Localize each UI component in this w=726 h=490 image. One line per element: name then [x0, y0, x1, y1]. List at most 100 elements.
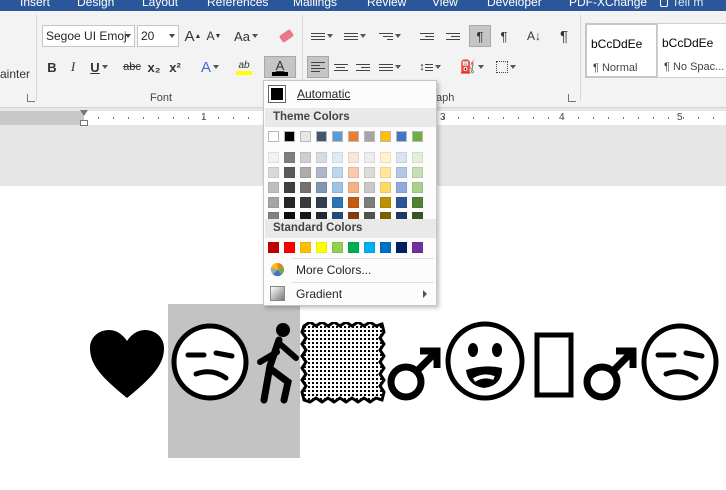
automatic-color-item[interactable]: Automatic	[264, 83, 436, 105]
standard-color-swatch[interactable]	[396, 242, 407, 253]
clipboard-launcher-icon[interactable]	[27, 94, 35, 102]
font-name-combo[interactable]: Segoe UI Emoj	[42, 25, 135, 47]
sort-button[interactable]: A↓	[523, 25, 545, 47]
theme-color-swatch[interactable]	[268, 131, 279, 142]
justify-button[interactable]	[376, 56, 404, 78]
theme-color-swatch[interactable]	[364, 167, 375, 178]
increase-indent-button[interactable]	[442, 25, 464, 47]
theme-color-swatch[interactable]	[396, 167, 407, 178]
ltr-direction-button[interactable]: ¶	[469, 25, 491, 47]
theme-color-swatch[interactable]	[300, 152, 311, 163]
highlight-color-button[interactable]: ab	[229, 56, 259, 78]
theme-color-swatch[interactable]	[396, 152, 407, 163]
standard-color-swatch[interactable]	[284, 242, 295, 253]
shading-button[interactable]: ⛽	[456, 56, 488, 78]
superscript-button[interactable]: x²	[166, 56, 184, 78]
align-center-button[interactable]	[330, 56, 352, 78]
theme-color-swatch[interactable]	[412, 167, 423, 178]
standard-color-swatch[interactable]	[364, 242, 375, 253]
shrink-font-button[interactable]: A ▼	[205, 25, 223, 47]
standard-color-swatch[interactable]	[380, 242, 391, 253]
text-effects-button[interactable]: A	[196, 56, 224, 78]
tab-pdf-xchange[interactable]: PDF-XChange	[569, 0, 647, 9]
italic-button[interactable]: I	[63, 56, 83, 78]
rtl-direction-button[interactable]: ¶	[493, 25, 515, 47]
theme-color-swatch[interactable]	[412, 152, 423, 163]
theme-color-swatch[interactable]	[284, 131, 295, 142]
bold-button[interactable]: B	[42, 56, 62, 78]
theme-color-swatch[interactable]	[332, 197, 343, 208]
theme-color-swatch[interactable]	[396, 182, 407, 193]
theme-color-swatch[interactable]	[380, 131, 391, 142]
standard-color-swatch[interactable]	[332, 242, 343, 253]
theme-color-swatch[interactable]	[332, 182, 343, 193]
standard-color-swatch[interactable]	[268, 242, 279, 253]
numbering-button[interactable]	[340, 25, 370, 47]
theme-color-swatch[interactable]	[348, 131, 359, 142]
strikethrough-button[interactable]: abc	[121, 56, 143, 78]
theme-color-swatch[interactable]	[364, 197, 375, 208]
standard-color-swatch[interactable]	[300, 242, 311, 253]
theme-color-swatch[interactable]	[364, 182, 375, 193]
format-painter-label[interactable]: ainter	[0, 67, 30, 81]
change-case-button[interactable]: Aa	[232, 25, 260, 47]
theme-color-swatch[interactable]	[316, 131, 327, 142]
standard-color-swatch[interactable]	[316, 242, 327, 253]
tab-references[interactable]: References	[207, 0, 268, 9]
theme-color-swatch[interactable]	[268, 152, 279, 163]
theme-color-swatch[interactable]	[316, 152, 327, 163]
left-indent-marker[interactable]	[80, 120, 88, 126]
decrease-indent-button[interactable]	[416, 25, 438, 47]
tab-design[interactable]: Design	[77, 0, 114, 9]
theme-color-swatch[interactable]	[300, 167, 311, 178]
gradient-item[interactable]: Gradient	[264, 283, 436, 305]
theme-color-swatch[interactable]	[316, 197, 327, 208]
theme-color-swatch[interactable]	[268, 197, 279, 208]
borders-button[interactable]	[490, 56, 522, 78]
show-marks-button[interactable]: ¶	[553, 25, 575, 47]
tab-mailings[interactable]: Mailings	[293, 0, 337, 9]
theme-color-swatch[interactable]	[364, 152, 375, 163]
theme-color-swatch[interactable]	[380, 197, 391, 208]
tell-me-search[interactable]: Tell m	[672, 0, 703, 9]
theme-color-swatch[interactable]	[396, 197, 407, 208]
font-size-combo[interactable]: 20	[137, 25, 179, 47]
tab-view[interactable]: View	[432, 0, 458, 9]
theme-color-swatch[interactable]	[316, 167, 327, 178]
font-color-button[interactable]: A	[264, 56, 296, 78]
tab-review[interactable]: Review	[367, 0, 406, 9]
tab-insert[interactable]: Insert	[20, 0, 50, 9]
first-line-indent-marker[interactable]	[80, 110, 88, 116]
subscript-button[interactable]: x₂	[145, 56, 163, 78]
theme-color-swatch[interactable]	[300, 182, 311, 193]
tab-layout[interactable]: Layout	[142, 0, 178, 9]
theme-color-swatch[interactable]	[300, 197, 311, 208]
grow-font-button[interactable]: A ▲	[184, 25, 202, 47]
style-normal[interactable]: bCcDdEe ¶ Normal	[585, 23, 658, 78]
theme-color-swatch[interactable]	[412, 182, 423, 193]
clear-formatting-button[interactable]	[276, 25, 296, 47]
theme-color-swatch[interactable]	[380, 182, 391, 193]
theme-color-swatch[interactable]	[348, 197, 359, 208]
theme-color-swatch[interactable]	[332, 167, 343, 178]
theme-color-swatch[interactable]	[284, 197, 295, 208]
theme-color-swatch[interactable]	[348, 182, 359, 193]
theme-color-swatch[interactable]	[284, 167, 295, 178]
theme-color-swatch[interactable]	[364, 131, 375, 142]
theme-color-swatch[interactable]	[348, 152, 359, 163]
align-right-button[interactable]	[352, 56, 374, 78]
chevron-down-icon[interactable]	[169, 34, 175, 38]
theme-color-swatch[interactable]	[380, 167, 391, 178]
standard-color-swatch[interactable]	[348, 242, 359, 253]
theme-color-swatch[interactable]	[332, 131, 343, 142]
theme-color-swatch[interactable]	[348, 167, 359, 178]
theme-color-swatch[interactable]	[284, 152, 295, 163]
theme-color-swatch[interactable]	[412, 197, 423, 208]
theme-color-swatch[interactable]	[284, 182, 295, 193]
theme-color-swatch[interactable]	[332, 152, 343, 163]
style-no-spacing[interactable]: bCcDdEe ¶ No Spac...	[657, 23, 726, 78]
standard-color-swatch[interactable]	[412, 242, 423, 253]
underline-button[interactable]: U	[86, 56, 112, 78]
theme-color-swatch[interactable]	[412, 131, 423, 142]
more-colors-item[interactable]: More Colors...	[264, 259, 436, 281]
